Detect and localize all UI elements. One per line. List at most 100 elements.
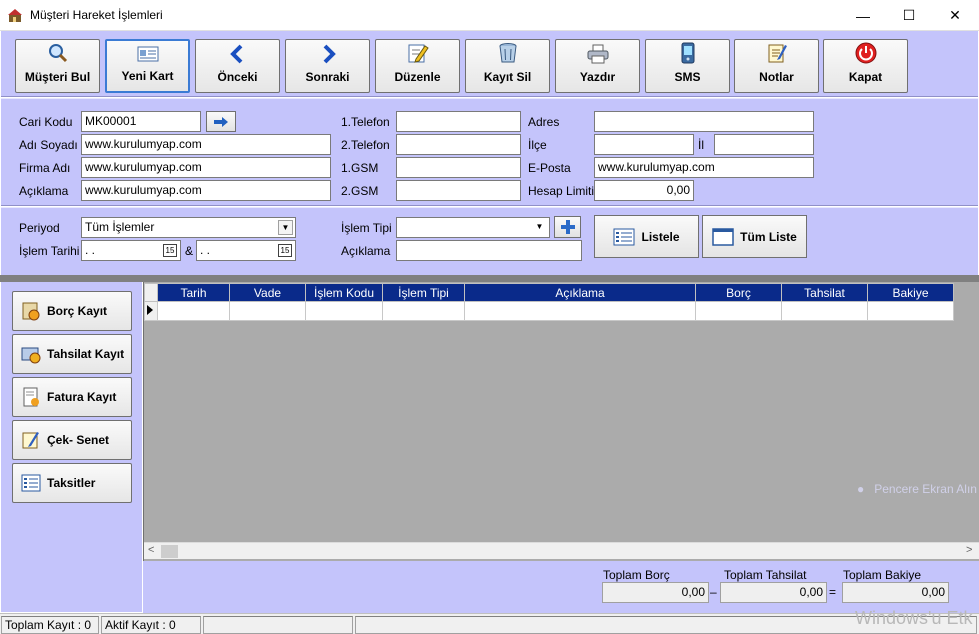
column-header-bakiye[interactable]: Bakiye (867, 283, 954, 302)
current-row-arrow-icon (147, 304, 153, 315)
transactions-grid[interactable]: Tarih Vade İşlem Kodu İşlem Tipi Açıklam… (143, 282, 979, 561)
firma-adi-field[interactable]: www.kurulumyap.com (81, 157, 331, 178)
il-label: İl (698, 138, 704, 152)
column-header-vade[interactable]: Vade (229, 283, 306, 302)
telefon1-label: 1.Telefon (341, 115, 390, 129)
cell-vade[interactable] (229, 301, 306, 321)
phone-icon (681, 42, 694, 64)
yazdir-button[interactable]: Yazdır (555, 39, 640, 93)
collection-icon (21, 347, 41, 364)
telefon2-label: 2.Telefon (341, 138, 390, 152)
toplam-tahsilat-field: 0,00 (720, 582, 827, 603)
cell-tarih[interactable] (157, 301, 230, 321)
app-icon (8, 9, 22, 22)
taksitler-label: Taksitler (47, 476, 96, 490)
ilce-field[interactable] (594, 134, 694, 155)
periyod-select[interactable]: Tüm İşlemler ▼ (81, 217, 296, 238)
toolbar-button-label: Düzenle (394, 70, 441, 84)
adres-field[interactable] (594, 111, 814, 132)
date-range-separator: & (185, 244, 194, 258)
scrollbar-thumb[interactable] (161, 545, 178, 558)
periyod-value: Tüm İşlemler (85, 220, 155, 234)
column-header-islem-tipi[interactable]: İşlem Tipi (382, 283, 465, 302)
calendar-icon[interactable]: 15 (163, 244, 177, 257)
islem-tarihi-label: İşlem Tarihi (19, 244, 80, 258)
kapat-button[interactable]: Kapat (823, 39, 908, 93)
scroll-left-icon[interactable]: < (148, 544, 154, 556)
gsm2-label: 2.GSM (341, 184, 379, 198)
onceki-button[interactable]: Önceki (195, 39, 280, 93)
cell-aciklama[interactable] (464, 301, 696, 321)
aciklama-label: Açıklama (19, 184, 69, 198)
cell-tahsilat[interactable] (781, 301, 868, 321)
tum-liste-button[interactable]: Tüm Liste (702, 215, 807, 258)
minimize-button[interactable]: — (840, 0, 886, 31)
notlar-button[interactable]: Notlar (734, 39, 819, 93)
horizontal-scrollbar[interactable]: < > (144, 542, 979, 559)
toplam-bakiye-label: Toplam Bakiye (843, 568, 922, 582)
toplam-bakiye-field: 0,00 (842, 582, 949, 603)
date-to-field[interactable]: . . 15 (196, 240, 296, 261)
tahsilat-kayit-button[interactable]: Tahsilat Kayıt (12, 334, 132, 374)
kayit-sil-button[interactable]: Kayıt Sil (465, 39, 550, 93)
gsm1-field[interactable] (396, 157, 521, 178)
fatura-kayit-button[interactable]: Fatura Kayıt (12, 377, 132, 417)
toolbar-button-label: Kapat (848, 70, 883, 84)
tahsilat-kayit-label: Tahsilat Kayıt (47, 347, 125, 361)
borc-kayit-button[interactable]: Borç Kayıt (12, 291, 132, 331)
table-row[interactable] (144, 301, 954, 321)
toolbar-button-label: Müşteri Bul (24, 70, 91, 84)
gsm2-field[interactable] (396, 180, 521, 201)
toolbar-button-label: Kayıt Sil (483, 70, 532, 84)
toast-dot-icon: ● (857, 482, 865, 496)
date-from-field[interactable]: . . 15 (81, 240, 181, 261)
column-header-borc[interactable]: Borç (695, 283, 782, 302)
totals-panel: Toplam Borç 0,00 – Toplam Tahsilat 0,00 … (143, 561, 979, 613)
cell-islem-tipi[interactable] (382, 301, 465, 321)
close-button[interactable]: ✕ (932, 0, 978, 31)
listele-button[interactable]: Listele (594, 215, 699, 258)
column-header-tahsilat[interactable]: Tahsilat (781, 283, 868, 302)
column-header-tarih[interactable]: Tarih (157, 283, 230, 302)
sonraki-button[interactable]: Sonraki (285, 39, 370, 93)
chevron-down-icon[interactable]: ▼ (532, 220, 547, 235)
cell-borc[interactable] (695, 301, 782, 321)
telefon1-field[interactable] (396, 111, 521, 132)
islem-tipi-select[interactable]: ▼ (396, 217, 550, 238)
toplam-tahsilat-label: Toplam Tahsilat (724, 568, 807, 582)
filter-aciklama-field[interactable] (396, 240, 582, 261)
telefon2-field[interactable] (396, 134, 521, 155)
arrow-right-icon (323, 44, 336, 64)
go-button[interactable] (206, 111, 236, 132)
cheque-icon (22, 432, 39, 449)
toplam-borc-field: 0,00 (602, 582, 709, 603)
musteri-bul-button[interactable]: Müşteri Bul (15, 39, 100, 93)
column-header-aciklama[interactable]: Açıklama (464, 283, 696, 302)
sms-button[interactable]: SMS (645, 39, 730, 93)
cell-islem-kodu[interactable] (305, 301, 383, 321)
date-to-value: . . (200, 243, 211, 257)
aciklama-field[interactable]: www.kurulumyap.com (81, 180, 331, 201)
taksitler-button[interactable]: Taksitler (12, 463, 132, 503)
status-panel-3 (203, 616, 353, 634)
gsm1-label: 1.GSM (341, 161, 379, 175)
trash-icon (499, 43, 516, 63)
cell-bakiye[interactable] (867, 301, 954, 321)
column-header-islem-kodu[interactable]: İşlem Kodu (305, 283, 383, 302)
calendar-icon[interactable]: 15 (278, 244, 292, 257)
hesap-limiti-field[interactable]: 0,00 (594, 180, 694, 201)
cari-kodu-field[interactable]: MK00001 (81, 111, 201, 132)
duzenle-button[interactable]: Düzenle (375, 39, 460, 93)
filter-aciklama-label: Açıklama (341, 244, 391, 258)
adi-soyadi-field[interactable]: www.kurulumyap.com (81, 134, 331, 155)
yeni-kart-button[interactable]: Yeni Kart (105, 39, 190, 93)
eposta-field[interactable]: www.kurulumyap.com (594, 157, 814, 178)
maximize-button[interactable]: ☐ (886, 0, 932, 31)
chevron-down-icon[interactable]: ▼ (278, 220, 293, 235)
scroll-right-icon[interactable]: > (966, 544, 972, 556)
cek-senet-label: Çek- Senet (47, 433, 110, 447)
cek-senet-button[interactable]: Çek- Senet (12, 420, 132, 460)
add-islem-tipi-button[interactable] (554, 216, 581, 238)
ilce-label: İlçe (528, 138, 547, 152)
il-field[interactable] (714, 134, 814, 155)
